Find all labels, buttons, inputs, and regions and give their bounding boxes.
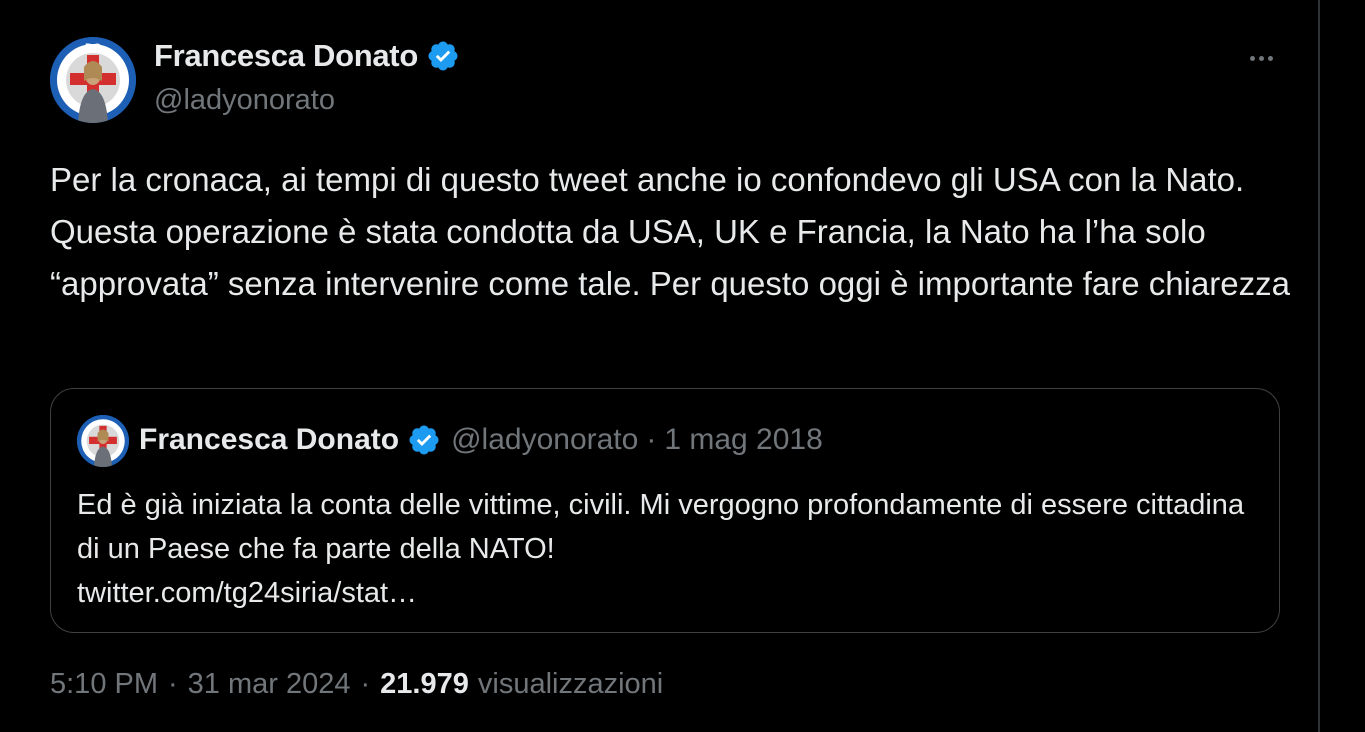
tweet-text: Per la cronaca, ai tempi di questo tweet… (50, 161, 1290, 302)
author-name-text[interactable]: Francesca Donato (154, 38, 418, 74)
quoted-author-name[interactable]: Francesca Donato (139, 423, 399, 457)
tweet-meta: 5:10 PM · 31 mar 2024 · 21.979 visualizz… (50, 668, 663, 701)
tweet-time[interactable]: 5:10 PM (50, 668, 158, 701)
tweet-date[interactable]: 31 mar 2024 (188, 668, 351, 701)
more-horizontal-icon (1258, 55, 1264, 61)
quoted-author-handle[interactable]: @ladyonorato (451, 423, 638, 457)
quoted-tweet-card[interactable]: Francesca Donato @ladyonorato · 1 mag 20… (50, 388, 1280, 633)
more-options-button[interactable] (1240, 40, 1282, 76)
column-divider (1318, 0, 1320, 732)
views-count[interactable]: 21.979 (380, 668, 469, 701)
quoted-tweet-date[interactable]: 1 mag 2018 (664, 423, 822, 457)
avatar-badge-text: DC (85, 42, 101, 54)
separator-dot: · (646, 423, 657, 456)
verified-badge-icon (409, 425, 439, 455)
more-horizontal-icon (1249, 55, 1255, 61)
quoted-tweet-body: Ed è già iniziata la conta delle vittime… (77, 483, 1257, 615)
quoted-author-avatar[interactable] (77, 415, 129, 467)
separator-dot: · (168, 668, 178, 700)
views-label[interactable]: visualizzazioni (478, 668, 663, 701)
separator-dot: · (360, 668, 371, 700)
verified-badge-icon (428, 41, 458, 71)
author-handle[interactable]: @ladyonorato (154, 84, 335, 117)
quoted-tweet-header: Francesca Donato @ladyonorato · 1 mag 20… (139, 423, 823, 457)
quoted-tweet-link[interactable]: twitter.com/tg24siria/stat… (77, 571, 1257, 615)
more-horizontal-icon (1267, 55, 1273, 61)
author-name[interactable]: Francesca Donato (154, 38, 460, 74)
quoted-tweet-text: Ed è già iniziata la conta delle vittime… (77, 489, 1245, 565)
author-avatar[interactable]: DC (50, 37, 136, 123)
